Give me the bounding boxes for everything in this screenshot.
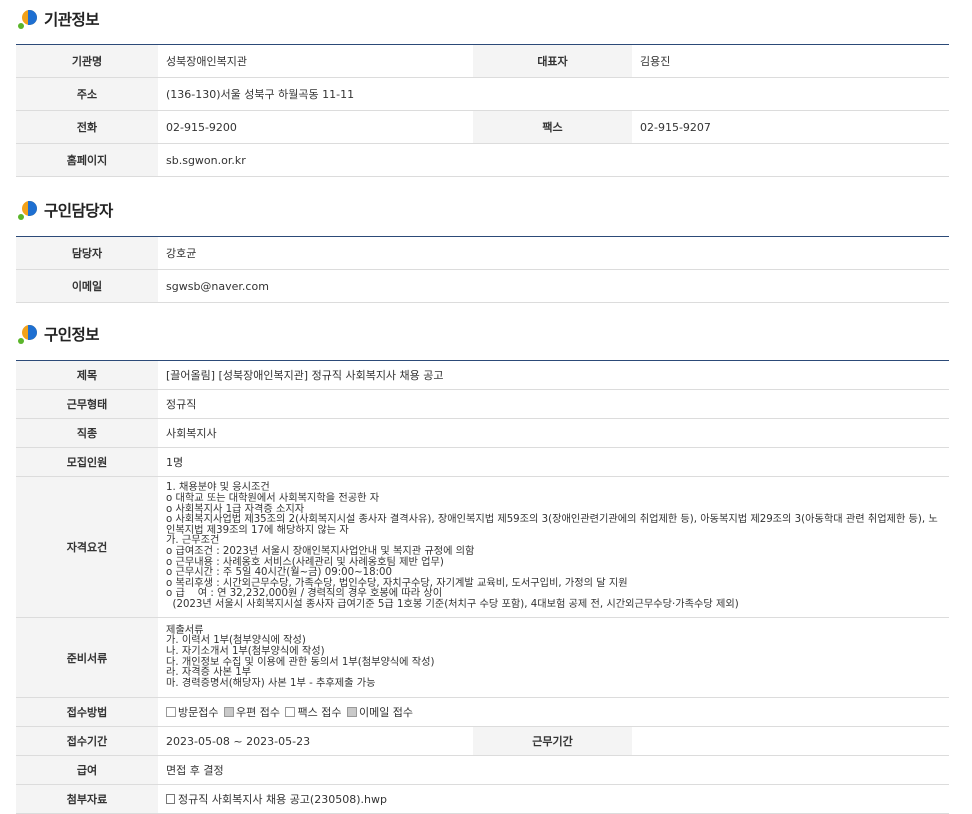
job-docs-label: 준비서류	[16, 617, 158, 698]
org-home-label: 홈페이지	[16, 143, 158, 177]
org-fax: 02-915-9207	[632, 110, 949, 144]
section-title-contact: 구인담당자	[18, 199, 113, 221]
bullet-icon	[18, 323, 40, 345]
section-title-text: 구인담당자	[44, 202, 113, 220]
bullet-icon	[18, 8, 40, 30]
table-row: 홈페이지 sb.sgwon.or.kr	[16, 143, 949, 177]
org-name-label: 기관명	[16, 44, 158, 78]
job-period-label: 접수기간	[16, 726, 158, 756]
job-documents: 제출서류 가. 이력서 1부(첨부양식에 작성) 나. 자기소개서 1부(첨부양…	[158, 617, 950, 698]
contact-person: 강호균	[158, 236, 949, 270]
org-name: 성북장애인복지관	[158, 44, 473, 78]
job-subject: [끌어올림] [성북장애인복지관] 정규직 사회복지사 채용 공고	[158, 360, 950, 390]
job-method-label: 접수방법	[16, 697, 158, 727]
table-row: 접수기간 2023-05-08 ~ 2023-05-23 근무기간	[16, 726, 950, 756]
job-pay-label: 급여	[16, 755, 158, 785]
org-addr: (136-130)서울 성북구 하월곡동 11-11	[158, 77, 949, 111]
attachment-link[interactable]: 정규직 사회복지사 채용 공고(230508).hwp	[178, 793, 387, 806]
method-label: 방문접수	[178, 706, 219, 719]
table-row: 모집인원 1명	[16, 447, 950, 477]
org-rep: 김용진	[632, 44, 949, 78]
checkbox-fax[interactable]	[285, 707, 296, 717]
bullet-icon	[18, 199, 40, 221]
job-role-label: 직종	[16, 418, 158, 448]
job-attach-label: 첨부자료	[16, 784, 158, 814]
method-label: 이메일 접수	[358, 706, 414, 719]
org-table: 기관명 성북장애인복지관 대표자 김용진 주소 (136-130)서울 성북구 …	[16, 44, 949, 177]
section-title-org: 기관정보	[18, 8, 100, 30]
table-row: 제목 [끌어올림] [성북장애인복지관] 정규직 사회복지사 채용 공고	[16, 360, 950, 390]
table-row: 직종 사회복지사	[16, 418, 950, 448]
table-row: 첨부자료 정규직 사회복지사 채용 공고(230508).hwp	[16, 784, 950, 814]
job-role: 사회복지사	[158, 418, 950, 448]
table-row: 근무형태 정규직	[16, 389, 950, 419]
table-row: 주소 (136-130)서울 성북구 하월곡동 11-11	[16, 77, 949, 111]
org-fax-label: 팩스	[473, 110, 632, 144]
job-table: 제목 [끌어올림] [성북장애인복지관] 정규직 사회복지사 채용 공고 근무형…	[16, 360, 950, 814]
contact-email-label: 이메일	[16, 269, 158, 303]
table-row: 준비서류 제출서류 가. 이력서 1부(첨부양식에 작성) 나. 자기소개서 1…	[16, 617, 950, 698]
contact-person-label: 담당자	[16, 236, 158, 270]
checkbox-mail[interactable]	[223, 707, 234, 717]
checkbox-email[interactable]	[346, 707, 357, 717]
attachment-icon	[166, 794, 175, 804]
table-row: 이메일 sgwsb@naver.com	[16, 269, 949, 303]
job-count: 1명	[158, 447, 950, 477]
section-title-job: 구인정보	[18, 323, 100, 345]
section-title-text: 기관정보	[44, 11, 100, 29]
contact-email[interactable]: sgwsb@naver.com	[158, 269, 949, 303]
job-workperiod	[632, 726, 950, 756]
table-row: 급여 면접 후 결정	[16, 755, 950, 785]
job-requirements: 1. 채용분야 및 응시조건 o 대학교 또는 대학원에서 사회복지학을 전공한…	[158, 476, 950, 618]
checkbox-visit[interactable]	[166, 707, 176, 717]
job-type-label: 근무형태	[16, 389, 158, 419]
job-req-label: 자격요건	[16, 476, 158, 618]
job-period: 2023-05-08 ~ 2023-05-23	[158, 726, 473, 756]
section-title-text: 구인정보	[44, 326, 100, 344]
org-rep-label: 대표자	[473, 44, 632, 78]
job-pay: 면접 후 결정	[158, 755, 950, 785]
org-addr-label: 주소	[16, 77, 158, 111]
job-type: 정규직	[158, 389, 950, 419]
org-homepage-link[interactable]: sb.sgwon.or.kr	[158, 143, 949, 177]
table-row: 접수방법 방문접수 우편 접수 팩스 접수 이메일 접수	[16, 697, 950, 727]
job-count-label: 모집인원	[16, 447, 158, 477]
contact-table: 담당자 강호균 이메일 sgwsb@naver.com	[16, 236, 949, 303]
org-phone: 02-915-9200	[158, 110, 473, 144]
table-row: 자격요건 1. 채용분야 및 응시조건 o 대학교 또는 대학원에서 사회복지학…	[16, 476, 950, 618]
table-row: 담당자 강호균	[16, 236, 949, 270]
job-workperiod-label: 근무기간	[473, 726, 632, 756]
method-label: 우편 접수	[235, 706, 280, 719]
org-phone-label: 전화	[16, 110, 158, 144]
job-subject-label: 제목	[16, 360, 158, 390]
job-methods: 방문접수 우편 접수 팩스 접수 이메일 접수	[158, 697, 950, 727]
job-attachment: 정규직 사회복지사 채용 공고(230508).hwp	[158, 784, 950, 814]
table-row: 전화 02-915-9200 팩스 02-915-9207	[16, 110, 949, 144]
method-label: 팩스 접수	[297, 706, 342, 719]
table-row: 기관명 성북장애인복지관 대표자 김용진	[16, 44, 949, 78]
